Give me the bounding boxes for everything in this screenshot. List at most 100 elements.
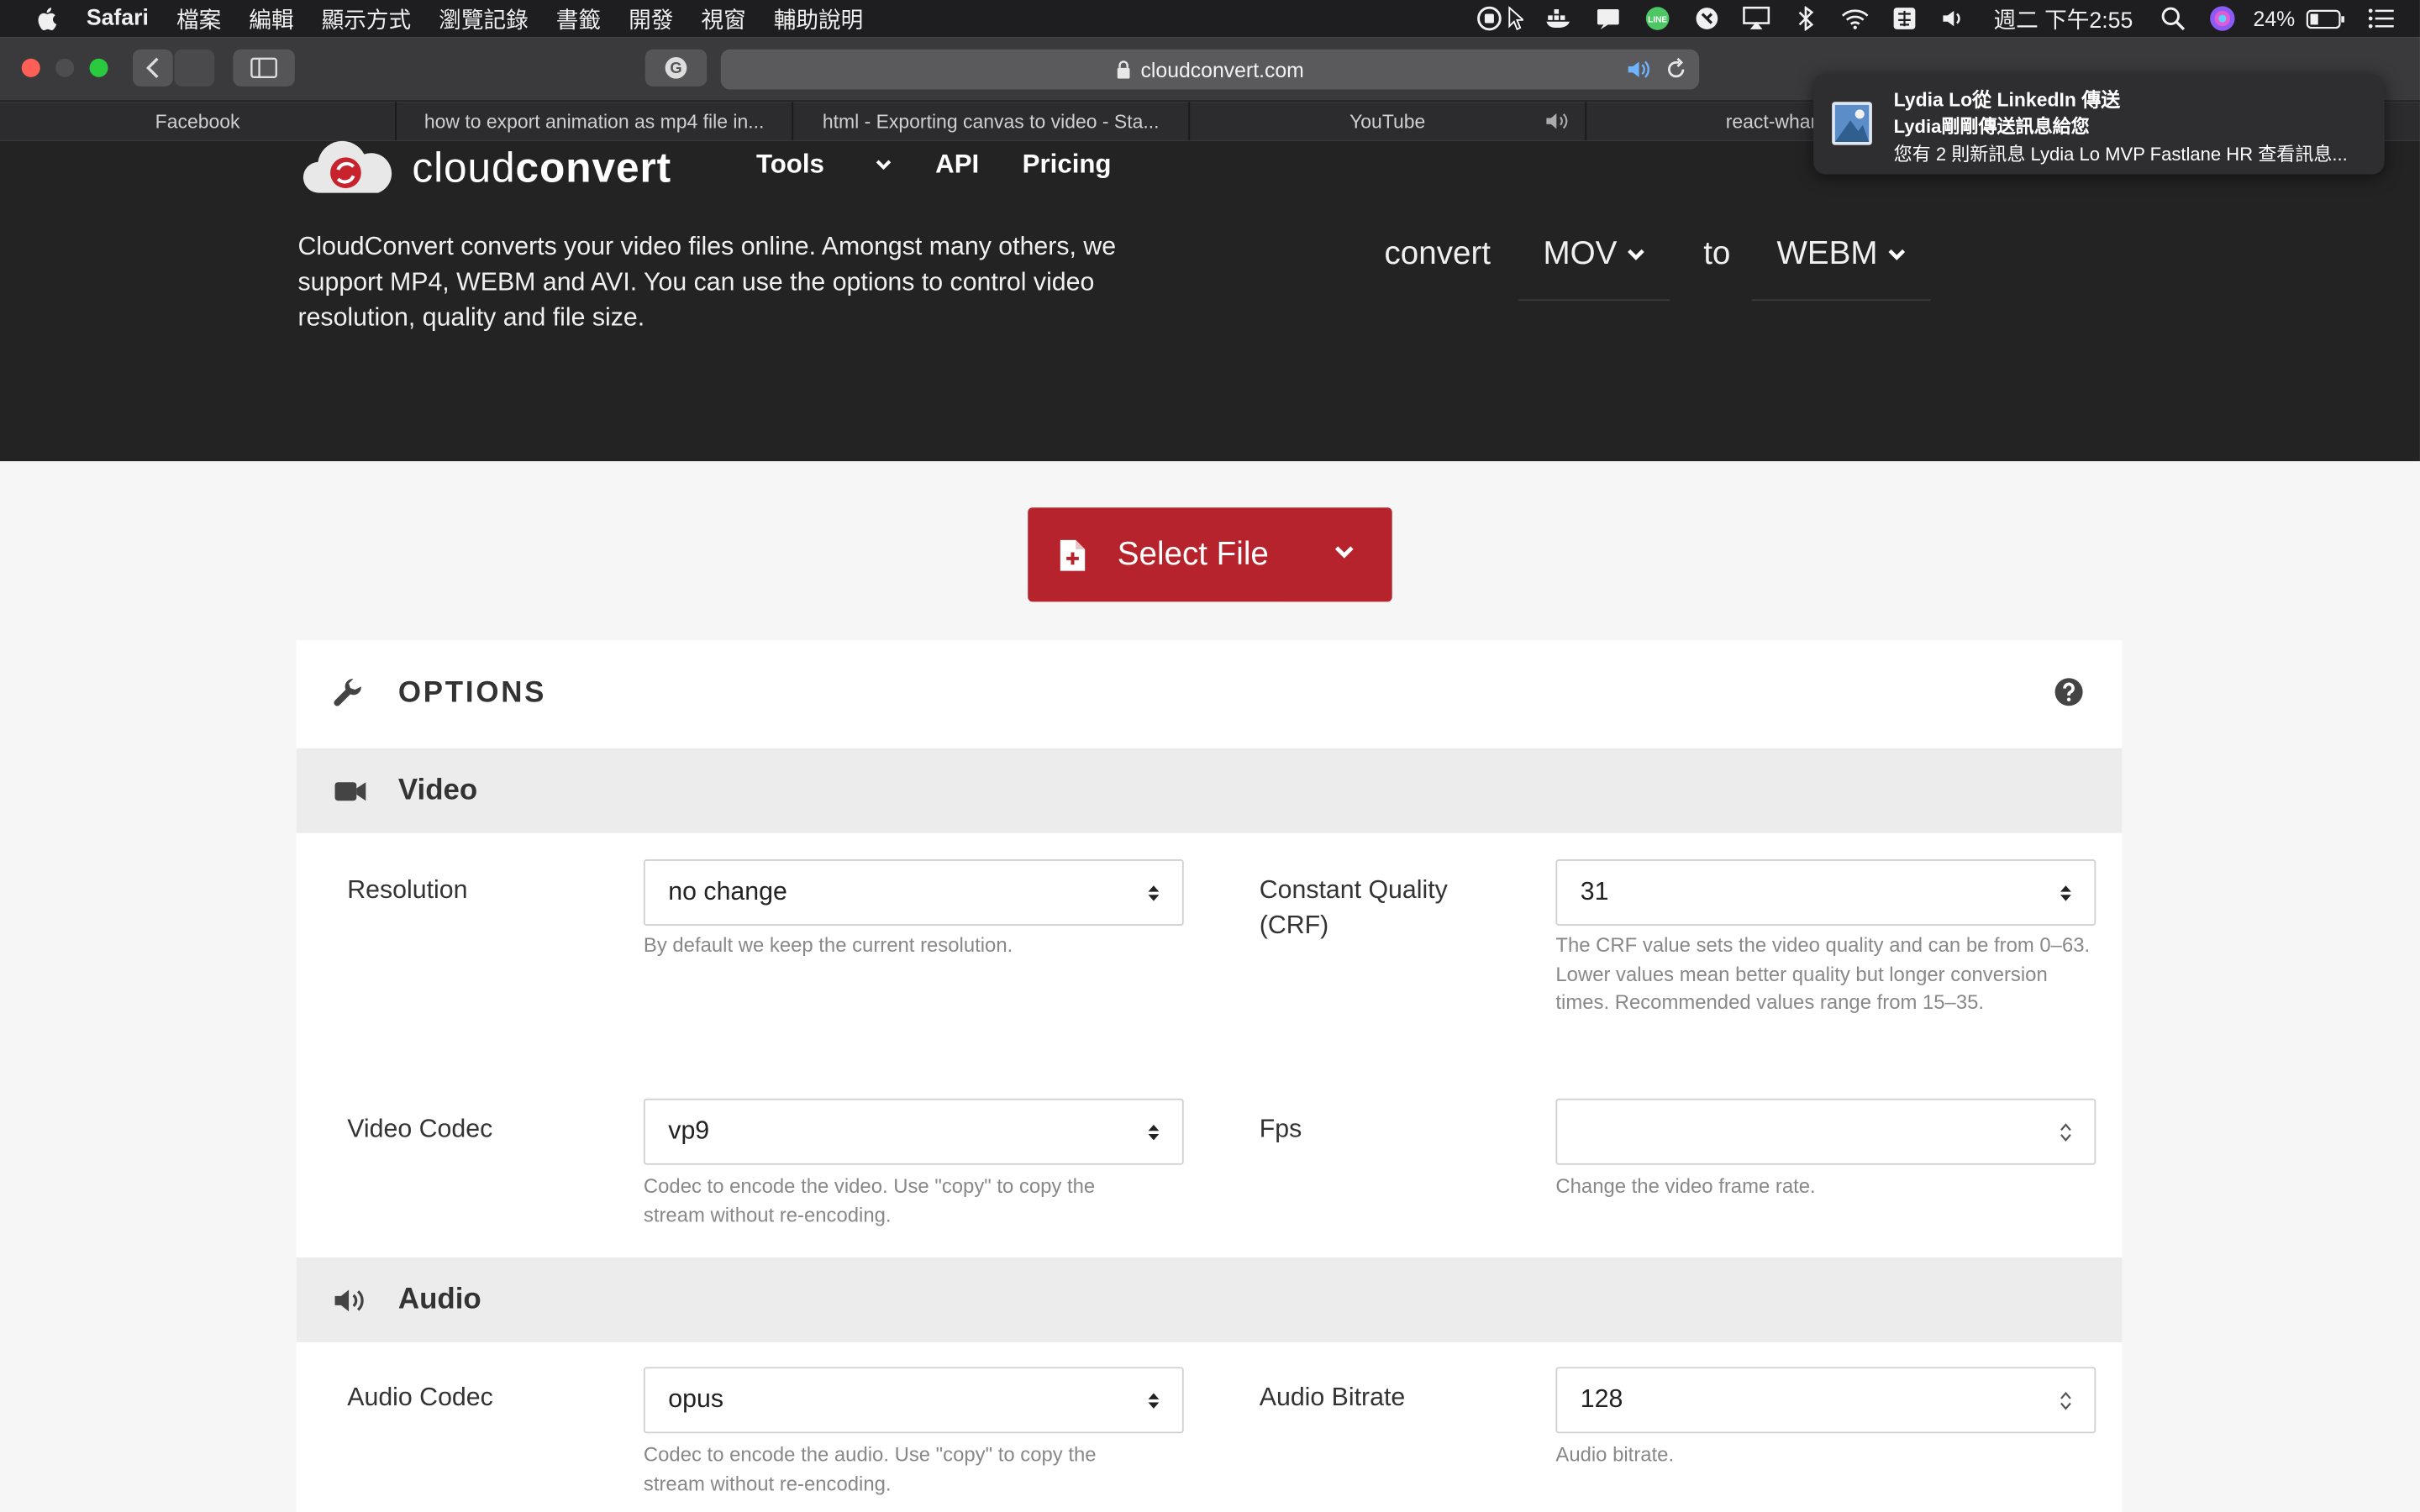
tab-title: Facebook: [155, 110, 240, 133]
reload-icon[interactable]: [1665, 57, 1687, 81]
menu-edit[interactable]: 編輯: [249, 3, 293, 35]
resolution-label: Resolution: [347, 876, 468, 905]
resolution-select[interactable]: no change: [643, 859, 1184, 927]
nav-api[interactable]: API: [935, 150, 979, 181]
menu-file[interactable]: 檔案: [176, 3, 221, 35]
linkedin-notification[interactable]: Lydia Lo從 LinkedIn 傳送 Lydia剛剛傳送訊息給您 您有 2…: [1813, 74, 2385, 175]
fps-input[interactable]: [1555, 1098, 2096, 1165]
nav-pricing[interactable]: Pricing: [1023, 150, 1112, 181]
speaker-icon: [334, 1289, 364, 1311]
menu-window[interactable]: 視窗: [701, 3, 745, 35]
video-codec-select[interactable]: vp9: [643, 1098, 1184, 1165]
audio-codec-select[interactable]: opus: [643, 1367, 1184, 1434]
sidebar-icon: [250, 57, 277, 79]
notification-subtitle: Lydia剛剛傳送訊息給您: [1893, 115, 2090, 138]
sidebar-toggle-button[interactable]: [233, 49, 295, 87]
line-app-icon[interactable]: LINE: [1644, 5, 1671, 33]
options-panel: OPTIONS Video Resolution no change By de…: [296, 640, 2123, 1512]
vpn-icon[interactable]: [1692, 5, 1720, 33]
menu-view[interactable]: 顯示方式: [322, 3, 412, 35]
tab-youtube[interactable]: YouTube: [1190, 102, 1587, 141]
window-zoom-button[interactable]: [89, 58, 108, 77]
back-button[interactable]: [132, 49, 173, 87]
help-icon[interactable]: [2054, 677, 2084, 706]
fps-label: Fps: [1259, 1115, 1302, 1143]
address-bar[interactable]: cloudconvert.com: [720, 49, 1700, 90]
select-arrows-icon: [1148, 885, 1160, 901]
format-converter: convert MOV to WEBM: [1384, 230, 1943, 302]
screen-record-icon[interactable]: [1475, 5, 1502, 33]
select-file-button[interactable]: Select File: [1028, 507, 1392, 602]
logo-wordmark: cloudconvert: [412, 144, 671, 192]
extension-button[interactable]: G: [644, 49, 708, 87]
menu-develop[interactable]: 開發: [629, 3, 673, 35]
to-format-select[interactable]: WEBM: [1752, 230, 1930, 302]
menubar-clock[interactable]: 週二 下午2:55: [1993, 3, 2133, 35]
airplay-icon[interactable]: [1742, 5, 1770, 33]
cloud-logo-icon: [302, 140, 392, 193]
options-header: OPTIONS: [297, 640, 2123, 748]
main-content: Select File OPTIONS Video Resolution no …: [0, 461, 2420, 1512]
mail-app-icon: [1832, 102, 1872, 145]
mouse-cursor-icon: [1507, 5, 1523, 33]
to-format-value: WEBM: [1776, 235, 1878, 271]
intro-text: CloudConvert converts your video files o…: [297, 233, 1117, 332]
stepper-arrows-icon[interactable]: [2059, 1121, 2073, 1143]
control-center-list-icon[interactable]: [2367, 5, 2395, 33]
bluetooth-icon[interactable]: [1791, 5, 1819, 33]
select-arrows-icon: [2060, 885, 2071, 901]
spotlight-search-icon[interactable]: [2159, 5, 2186, 33]
notification-title: Lydia Lo從 LinkedIn 傳送: [1893, 89, 2121, 112]
battery-icon[interactable]: [2306, 5, 2346, 33]
status-area: LINE 週二 下午2:55 24%: [1465, 0, 2420, 37]
wrench-icon: [334, 679, 361, 706]
video-codec-value: vp9: [668, 1116, 710, 1145]
audio-bitrate-input[interactable]: 128: [1555, 1367, 2096, 1434]
nav-tools[interactable]: Tools: [756, 150, 892, 181]
chevron-down-icon: [1627, 248, 1644, 260]
tab-facebook[interactable]: Facebook: [0, 102, 397, 141]
from-format-value: MOV: [1543, 235, 1618, 271]
select-arrows-icon: [1148, 1393, 1160, 1409]
window-close-button[interactable]: [21, 58, 40, 77]
tab-exporting-canvas[interactable]: html - Exporting canvas to video - Sta..…: [793, 102, 1191, 141]
crf-select[interactable]: 31: [1555, 859, 2096, 927]
docker-icon[interactable]: [1544, 5, 1572, 33]
speaker-icon[interactable]: [1545, 111, 1570, 131]
video-camera-icon: [334, 781, 366, 801]
audio-playing-icon[interactable]: [1625, 57, 1653, 81]
options-title: OPTIONS: [397, 677, 547, 710]
window-minimize-button[interactable]: [55, 58, 75, 77]
resolution-hint: By default we keep the current resolutio…: [643, 933, 1013, 957]
svg-text:G: G: [670, 59, 681, 76]
tab-export-animation[interactable]: how to export animation as mp4 file in..…: [397, 102, 794, 141]
notification-center-icon[interactable]: [1594, 5, 1622, 33]
siri-icon[interactable]: [2208, 5, 2236, 33]
menu-bookmarks[interactable]: 書籤: [556, 3, 601, 35]
select-arrows-icon: [1148, 1124, 1160, 1141]
audio-codec-hint: Codec to encode the audio. Use "copy" to…: [643, 1442, 1097, 1494]
crf-label: Constant Quality (CRF): [1259, 876, 1448, 940]
from-format-select[interactable]: MOV: [1518, 230, 1670, 302]
audio-codec-value: opus: [668, 1385, 724, 1414]
wifi-icon[interactable]: [1841, 5, 1869, 33]
menu-history[interactable]: 瀏覽記錄: [439, 3, 529, 35]
crf-value: 31: [1580, 878, 1609, 906]
chevron-down-icon[interactable]: [1334, 544, 1355, 559]
audio-codec-label: Audio Codec: [347, 1383, 493, 1412]
tab-title: YouTube: [1349, 110, 1426, 133]
apple-menu-icon[interactable]: [34, 5, 61, 33]
site-header: cloudconvert Tools API Pricing CloudConv…: [0, 140, 2420, 462]
stepper-arrows-icon[interactable]: [2059, 1390, 2073, 1412]
volume-icon[interactable]: [1939, 5, 1967, 33]
menu-safari[interactable]: Safari: [87, 6, 149, 30]
forward-button[interactable]: [174, 49, 215, 87]
menu-help[interactable]: 輔助說明: [774, 3, 864, 35]
file-add-icon: [1060, 538, 1086, 570]
chevron-left-icon: [145, 57, 159, 79]
cloudconvert-logo[interactable]: cloudconvert: [301, 140, 671, 196]
convert-label: convert: [1384, 236, 1491, 272]
input-method-icon[interactable]: [1890, 5, 1918, 33]
chevron-down-icon: [876, 160, 892, 171]
to-label: to: [1703, 236, 1731, 272]
